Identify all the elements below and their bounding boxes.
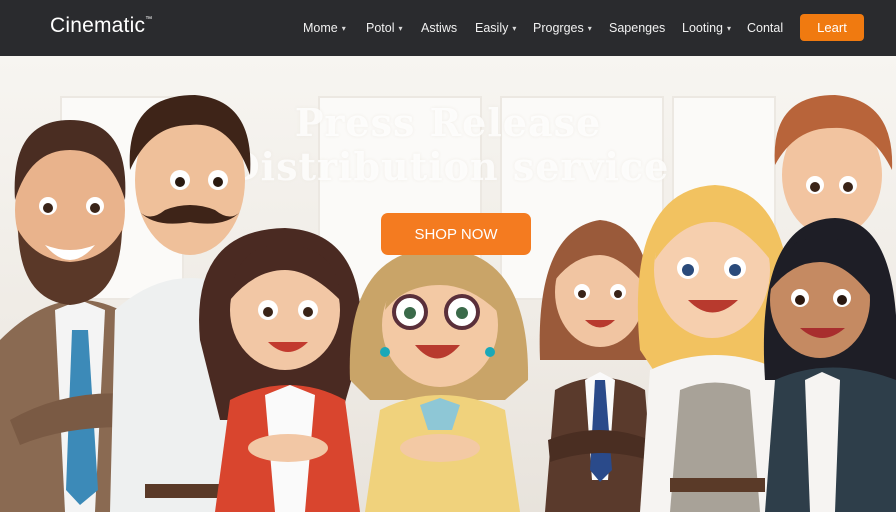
brand-trademark: ™ <box>145 16 153 23</box>
chevron-down-icon: ▾ <box>587 23 592 33</box>
woman-glasses-figure <box>349 248 529 512</box>
dark-haired-woman-figure <box>763 218 896 512</box>
hero-section: Press Release Distribution service SHOP … <box>0 56 896 512</box>
shop-now-button[interactable]: SHOP NOW <box>381 213 531 255</box>
menu-item-potol[interactable]: Potol ▾ <box>366 21 421 35</box>
chevron-down-icon: ▾ <box>512 23 517 33</box>
top-navigation-bar: Cinematic™ Mome ▾ Potol ▾ Astiws Easily ▾ P… <box>0 0 896 56</box>
woman-brown-hair-figure <box>539 220 656 512</box>
menu-item-label: Contal <box>747 21 784 35</box>
menu-item-label: Sapenges <box>609 21 666 35</box>
menu-item-easily[interactable]: Easily ▾ <box>475 21 527 35</box>
brand-name: Cinematic <box>50 14 146 37</box>
chevron-down-icon: ▾ <box>727 23 732 33</box>
menu-item-label: Progrges <box>533 21 584 35</box>
menu-item-label: Mome <box>303 21 338 35</box>
menu-item-label: Looting <box>682 21 724 35</box>
main-menu: Mome ▾ Potol ▾ Astiws Easily ▾ Progrges ▾ Sa… <box>303 0 795 56</box>
menu-item-progrges[interactable]: Progrges ▾ <box>533 21 601 35</box>
menu-item-mome[interactable]: Mome ▾ <box>303 21 356 35</box>
menu-item-label: Potol <box>366 21 395 35</box>
menu-item-astiws[interactable]: Astiws <box>421 21 469 35</box>
man-top-right-figure <box>774 95 893 237</box>
chevron-down-icon: ▾ <box>398 23 403 33</box>
menu-item-looting[interactable]: Looting ▾ <box>682 21 738 35</box>
chevron-down-icon: ▾ <box>341 23 346 33</box>
menu-item-label: Easily <box>475 21 509 35</box>
cartoon-team-illustration <box>0 95 896 512</box>
menu-item-label: Astiws <box>421 21 458 35</box>
menu-item-sapenges[interactable]: Sapenges <box>609 21 673 35</box>
brand-logo[interactable]: Cinematic™ <box>50 14 152 38</box>
woman-red-blazer-figure <box>199 228 362 512</box>
learn-button[interactable]: Leart <box>800 14 864 41</box>
menu-item-contal[interactable]: Contal <box>747 21 795 35</box>
